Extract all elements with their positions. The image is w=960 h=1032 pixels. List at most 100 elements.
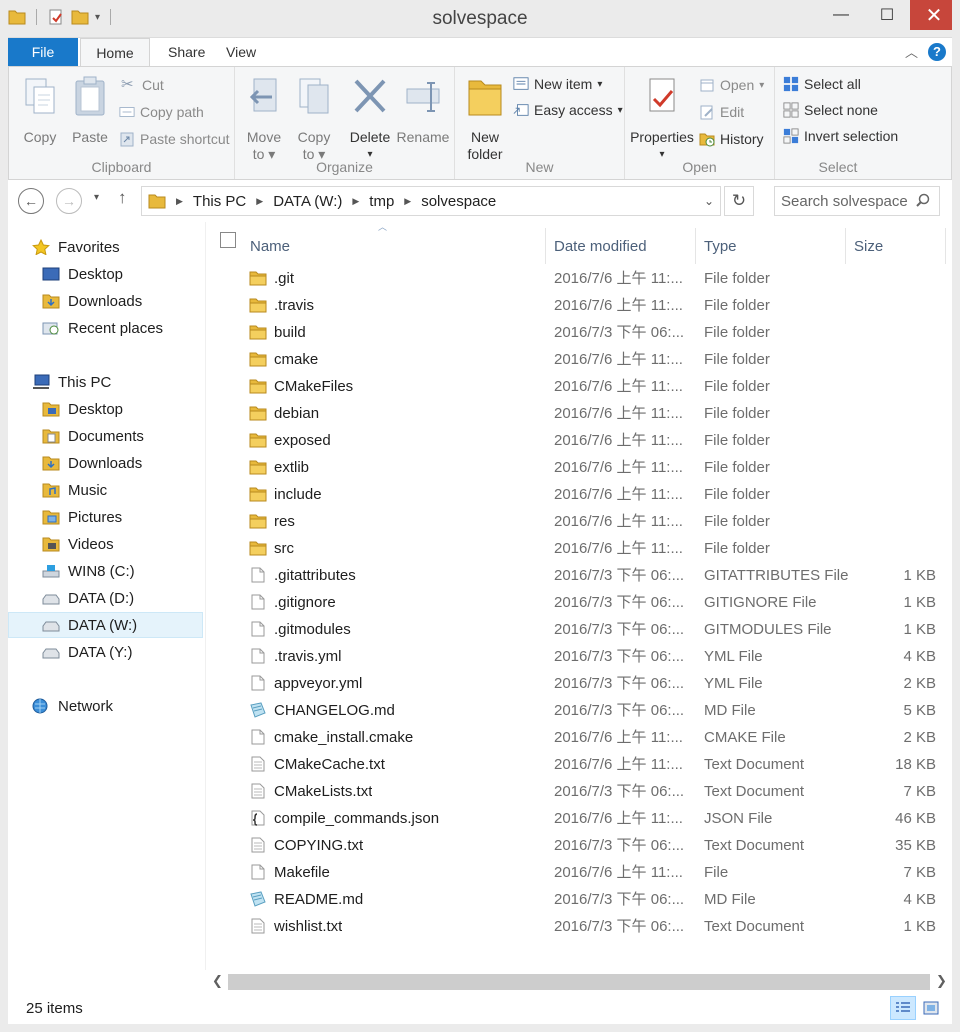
sidebar-item-data-w[interactable]: DATA (W:) bbox=[8, 612, 203, 638]
tab-share[interactable]: Share bbox=[154, 38, 219, 67]
properties-button[interactable]: Properties ▾ bbox=[627, 75, 697, 163]
breadcrumb-separator-icon[interactable]: ▶ bbox=[404, 196, 411, 207]
easy-access-button[interactable]: Easy access ▾ bbox=[513, 102, 623, 118]
table-row[interactable]: CHANGELOG.md 2016/7/3 下午 06:... MD File 5 K… bbox=[206, 697, 946, 724]
table-row[interactable]: include 2016/7/6 上午 11:... File folder bbox=[206, 481, 946, 508]
table-row[interactable]: .git 2016/7/6 上午 11:... File folder bbox=[206, 265, 946, 292]
scroll-right-icon[interactable]: ❯ bbox=[936, 973, 947, 989]
move-to-button[interactable]: Move to ▾ bbox=[239, 75, 289, 163]
breadcrumb-separator-icon[interactable]: ▶ bbox=[176, 196, 183, 207]
maximize-button[interactable]: ☐ bbox=[864, 0, 910, 30]
sidebar-item-downloads[interactable]: Downloads bbox=[8, 288, 203, 314]
rename-button[interactable]: Rename bbox=[395, 75, 451, 146]
new-folder-button[interactable]: New folder bbox=[459, 75, 511, 163]
forward-button[interactable]: → bbox=[56, 188, 82, 214]
column-header-name[interactable]: Name bbox=[242, 228, 546, 264]
search-icon[interactable] bbox=[915, 193, 931, 209]
sidebar-item-win8-c[interactable]: WIN8 (C:) bbox=[8, 558, 203, 584]
table-row[interactable]: build 2016/7/3 下午 06:... File folder bbox=[206, 319, 946, 346]
sidebar-item-data-d[interactable]: DATA (D:) bbox=[8, 585, 203, 611]
delete-button[interactable]: Delete ▾ bbox=[345, 75, 395, 163]
large-icons-view-button[interactable] bbox=[918, 996, 944, 1020]
breadcrumb-this-pc[interactable]: This PC bbox=[193, 193, 246, 210]
close-button[interactable]: ✕ bbox=[910, 0, 958, 30]
table-row[interactable]: .travis 2016/7/6 上午 11:... File folder bbox=[206, 292, 946, 319]
minimize-button[interactable]: — bbox=[818, 0, 864, 30]
table-row[interactable]: COPYING.txt 2016/7/3 下午 06:... Text Docume… bbox=[206, 832, 946, 859]
table-row[interactable]: CMakeFiles 2016/7/6 上午 11:... File folder bbox=[206, 373, 946, 400]
collapse-ribbon-icon[interactable]: ︿ bbox=[905, 42, 918, 61]
column-header-date[interactable]: Date modified bbox=[546, 228, 696, 264]
recent-locations-chevron-icon[interactable]: ▾ bbox=[94, 192, 99, 203]
open-button[interactable]: Open ▾ bbox=[699, 77, 764, 93]
invert-selection-button[interactable]: Invert selection bbox=[783, 128, 898, 144]
table-row[interactable]: extlib 2016/7/6 上午 11:... File folder bbox=[206, 454, 946, 481]
table-row[interactable]: .gitignore 2016/7/3 下午 06:... GITIGNORE Fi… bbox=[206, 589, 946, 616]
sidebar-item-favorites[interactable]: Favorites bbox=[8, 234, 203, 260]
table-row[interactable]: res 2016/7/6 上午 11:... File folder bbox=[206, 508, 946, 535]
table-row[interactable]: Makefile 2016/7/6 上午 11:... File 7 KB bbox=[206, 859, 946, 886]
sidebar-item-this-pc[interactable]: This PC bbox=[8, 369, 203, 395]
table-row[interactable]: exposed 2016/7/6 上午 11:... File folder bbox=[206, 427, 946, 454]
breadcrumb-data-w[interactable]: DATA (W:) bbox=[273, 193, 342, 210]
help-icon[interactable]: ? bbox=[928, 42, 946, 61]
table-row[interactable]: CMakeLists.txt 2016/7/3 下午 06:... Text Doc… bbox=[206, 778, 946, 805]
file-date-modified: 2016/7/3 下午 06:... bbox=[554, 891, 685, 908]
table-row[interactable]: cmake 2016/7/6 上午 11:... File folder bbox=[206, 346, 946, 373]
tab-home[interactable]: Home bbox=[80, 38, 150, 67]
up-button[interactable]: ↑ bbox=[118, 188, 127, 208]
back-button[interactable]: ← bbox=[18, 188, 44, 214]
address-history-chevron-icon[interactable]: ⌄ bbox=[704, 194, 714, 208]
search-input[interactable] bbox=[781, 192, 911, 210]
tab-view[interactable]: View bbox=[212, 38, 270, 67]
paste-shortcut-button[interactable]: Paste shortcut bbox=[119, 131, 230, 147]
select-none-button[interactable]: Select none bbox=[783, 102, 878, 118]
breadcrumb-separator-icon[interactable]: ▶ bbox=[256, 196, 263, 207]
tab-file[interactable]: File bbox=[8, 38, 78, 67]
sidebar-item-documents[interactable]: Documents bbox=[8, 423, 203, 449]
breadcrumb-separator-icon[interactable]: ▶ bbox=[352, 196, 359, 207]
copy-to-button[interactable]: Copy to ▾ bbox=[289, 75, 339, 163]
new-item-button[interactable]: New item ▾ bbox=[513, 76, 602, 92]
sidebar-item-desktop[interactable]: Desktop bbox=[8, 261, 203, 287]
sidebar-item-music[interactable]: Music bbox=[8, 477, 203, 503]
scroll-left-icon[interactable]: ❮ bbox=[212, 973, 223, 989]
breadcrumb-tmp[interactable]: tmp bbox=[369, 193, 394, 210]
file-type: File folder bbox=[704, 405, 770, 422]
table-row[interactable]: compile_commands.json 2016/7/6 上午 11:... J… bbox=[206, 805, 946, 832]
sidebar-item-network[interactable]: Network bbox=[8, 693, 203, 719]
select-all-button[interactable]: Select all bbox=[783, 76, 861, 92]
sidebar-item-pc-downloads[interactable]: Downloads bbox=[8, 450, 203, 476]
table-row[interactable]: README.md 2016/7/3 下午 06:... MD File 4 KB bbox=[206, 886, 946, 913]
column-header-type[interactable]: Type bbox=[696, 228, 846, 264]
column-header-size[interactable]: Size bbox=[846, 228, 946, 264]
sidebar-item-data-y[interactable]: DATA (Y:) bbox=[8, 639, 203, 665]
table-row[interactable]: cmake_install.cmake 2016/7/6 上午 11:... CMA… bbox=[206, 724, 946, 751]
sidebar-item-recent-places[interactable]: Recent places bbox=[8, 315, 203, 341]
folder-icon bbox=[249, 514, 267, 529]
sidebar-item-videos[interactable]: Videos bbox=[8, 531, 203, 557]
cut-button[interactable]: ✂ Cut bbox=[121, 77, 164, 94]
paste-button[interactable]: Paste bbox=[65, 75, 115, 146]
copy-path-button[interactable]: Copy path bbox=[119, 104, 204, 120]
sidebar-item-pc-desktop[interactable]: Desktop bbox=[8, 396, 203, 422]
table-row[interactable]: CMakeCache.txt 2016/7/6 上午 11:... Text Doc… bbox=[206, 751, 946, 778]
refresh-button[interactable]: ↻ bbox=[724, 186, 754, 216]
table-row[interactable]: .gitmodules 2016/7/3 下午 06:... GITMODULES … bbox=[206, 616, 946, 643]
horizontal-scrollbar[interactable]: ❮ ❯ bbox=[206, 970, 952, 994]
address-bar[interactable]: ▶ This PC ▶ DATA (W:) ▶ tmp ▶ solvespace… bbox=[141, 186, 721, 216]
copy-button[interactable]: Copy bbox=[15, 75, 65, 146]
table-row[interactable]: .travis.yml 2016/7/3 下午 06:... YML File 4 K… bbox=[206, 643, 946, 670]
history-button[interactable]: History bbox=[699, 131, 764, 147]
scrollbar-thumb[interactable] bbox=[228, 974, 930, 990]
table-row[interactable]: src 2016/7/6 上午 11:... File folder bbox=[206, 535, 946, 562]
table-row[interactable]: .gitattributes 2016/7/3 下午 06:... GITATTRI… bbox=[206, 562, 946, 589]
table-row[interactable]: debian 2016/7/6 上午 11:... File folder bbox=[206, 400, 946, 427]
breadcrumb-solvespace[interactable]: solvespace bbox=[421, 193, 496, 210]
table-row[interactable]: appveyor.yml 2016/7/3 下午 06:... YML File 2 … bbox=[206, 670, 946, 697]
edit-button[interactable]: Edit bbox=[699, 104, 744, 120]
table-row[interactable]: wishlist.txt 2016/7/3 下午 06:... Text Docum… bbox=[206, 913, 946, 940]
select-all-checkbox[interactable] bbox=[220, 232, 236, 248]
details-view-button[interactable] bbox=[890, 996, 916, 1020]
sidebar-item-pictures[interactable]: Pictures bbox=[8, 504, 203, 530]
